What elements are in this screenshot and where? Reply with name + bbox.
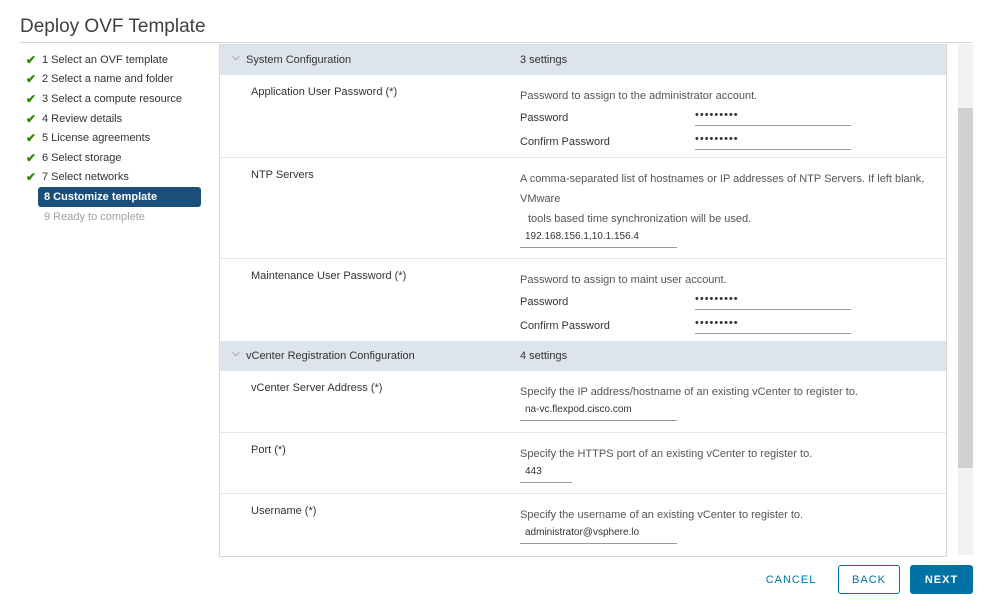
app-confirm-password-field[interactable]: ••••••••• <box>695 133 851 150</box>
step-label: 1 Select an OVF template <box>42 53 168 66</box>
chevron-down-icon[interactable]: ⌵ <box>232 348 240 359</box>
back-button[interactable]: BACK <box>838 565 900 594</box>
setting-description: Password to assign to the administrator … <box>520 90 758 102</box>
step-3[interactable]: ✔ 3 Select a compute resource <box>26 89 206 109</box>
setting-row-ntp-servers: NTP Servers A comma-separated list of ho… <box>220 158 946 259</box>
section-count: 3 settings <box>520 54 568 66</box>
ntp-description-line: A comma-separated list of hostnames or I… <box>520 173 925 205</box>
setting-row-username: Username (*) Specify the username of an … <box>220 494 946 556</box>
step-8-active[interactable]: 8 Customize template <box>38 187 201 207</box>
step-label: 5 License agreements <box>42 132 151 145</box>
ntp-description-line: tools based time synchronization will be… <box>528 213 752 225</box>
vcenter-address-input[interactable]: na-vc.flexpod.cisco.com <box>520 404 677 421</box>
settings-panel: ⌵ System Configuration 3 settings Applic… <box>219 44 947 557</box>
setting-description: Specify the HTTPS port of an existing vC… <box>520 448 813 460</box>
next-button[interactable]: NEXT <box>910 565 973 594</box>
step-label: 3 Select a compute resource <box>42 92 183 105</box>
app-password-field[interactable]: ••••••••• <box>695 109 851 126</box>
step-7[interactable]: ✔ 7 Select networks <box>26 168 206 188</box>
step-label: 8 Customize template <box>44 190 158 203</box>
check-icon: ✔ <box>26 91 37 106</box>
step-4[interactable]: ✔ 4 Review details <box>26 109 206 129</box>
dialog-title: Deploy OVF Template <box>20 16 206 37</box>
step-5[interactable]: ✔ 5 License agreements <box>26 128 206 148</box>
setting-label: Maintenance User Password (*) <box>251 270 407 282</box>
confirm-password-label: Confirm Password <box>520 320 610 332</box>
scrollbar-thumb[interactable] <box>958 108 973 468</box>
username-input[interactable]: administrator@vsphere.lo <box>520 527 677 544</box>
title-divider <box>20 42 973 43</box>
check-icon: ✔ <box>26 150 37 165</box>
setting-description: Password to assign to maint user account… <box>520 274 727 286</box>
setting-row-app-user-password: Application User Password (*) Password t… <box>220 75 946 158</box>
port-input[interactable]: 443 <box>520 466 572 483</box>
check-icon: ✔ <box>26 72 37 87</box>
section-count: 4 settings <box>520 350 568 362</box>
check-icon: ✔ <box>26 131 37 146</box>
check-icon: ✔ <box>26 52 37 67</box>
setting-row-port: Port (*) Specify the HTTPS port of an ex… <box>220 433 946 494</box>
maint-password-field[interactable]: ••••••••• <box>695 293 851 310</box>
step-6[interactable]: ✔ 6 Select storage <box>26 148 206 168</box>
step-label: 6 Select storage <box>42 151 122 164</box>
step-label: 9 Ready to complete <box>44 210 145 223</box>
step-label: 7 Select networks <box>42 171 129 184</box>
step-9: 9 Ready to complete <box>26 207 206 227</box>
setting-label: Username (*) <box>251 505 317 517</box>
step-2[interactable]: ✔ 2 Select a name and folder <box>26 70 206 90</box>
setting-row-vcenter-server-address: vCenter Server Address (*) Specify the I… <box>220 371 946 433</box>
section-title: vCenter Registration Configuration <box>246 350 415 362</box>
setting-row-maintenance-user-password: Maintenance User Password (*) Password t… <box>220 259 946 341</box>
step-1[interactable]: ✔ 1 Select an OVF template <box>26 50 206 70</box>
section-header-vcenter-registration[interactable]: ⌵ vCenter Registration Configuration 4 s… <box>220 341 946 371</box>
chevron-down-icon[interactable]: ⌵ <box>232 52 240 63</box>
maint-confirm-password-field[interactable]: ••••••••• <box>695 317 851 334</box>
setting-description: Specify the username of an existing vCen… <box>520 509 804 521</box>
ntp-servers-input[interactable]: 192.168.156.1,10.1.156.4 <box>520 231 677 248</box>
setting-description: A comma-separated list of hostnames or I… <box>520 169 935 229</box>
check-icon: ✔ <box>26 111 37 126</box>
password-label: Password <box>520 296 569 308</box>
setting-label: Application User Password (*) <box>251 86 398 98</box>
section-title: System Configuration <box>246 54 352 66</box>
cancel-button[interactable]: CANCEL <box>754 565 828 594</box>
password-label: Password <box>520 112 569 124</box>
confirm-password-label: Confirm Password <box>520 136 610 148</box>
wizard-steps: ✔ 1 Select an OVF template ✔ 2 Select a na… <box>26 50 206 226</box>
setting-label: vCenter Server Address (*) <box>251 382 383 394</box>
setting-description: Specify the IP address/hostname of an ex… <box>520 386 858 398</box>
setting-label: Port (*) <box>251 444 286 456</box>
setting-label: NTP Servers <box>251 169 314 181</box>
check-icon: ✔ <box>26 170 37 185</box>
section-header-system-configuration[interactable]: ⌵ System Configuration 3 settings <box>220 45 946 75</box>
step-label: 4 Review details <box>42 112 123 125</box>
step-label: 2 Select a name and folder <box>42 73 174 86</box>
